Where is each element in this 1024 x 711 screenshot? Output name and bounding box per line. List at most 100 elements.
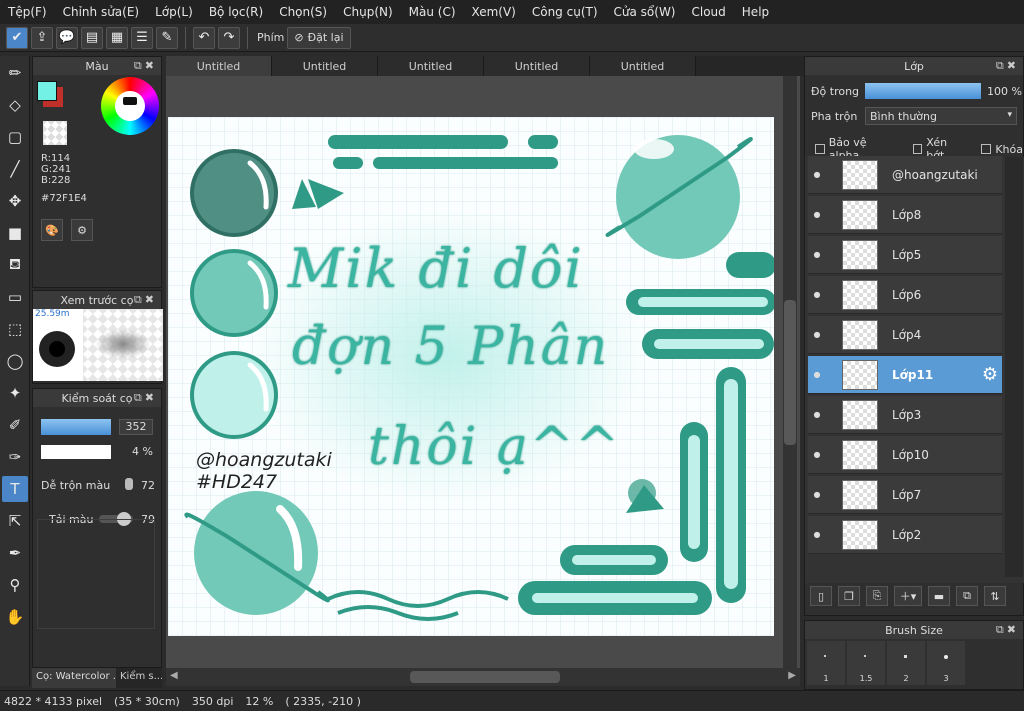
eyedropper-tool-icon[interactable]: ⚲ [2, 572, 28, 598]
transfer-layer-icon[interactable]: ⇅ [984, 586, 1006, 606]
document-tab[interactable]: Untitled [590, 56, 696, 76]
select-eraser-tool-icon[interactable]: ✑ [2, 444, 28, 470]
scroll-right-icon[interactable]: ▶ [788, 670, 796, 681]
eraser-tool-icon[interactable]: ◇ [2, 92, 28, 118]
brush-tool-icon[interactable]: ✏ [2, 60, 28, 86]
scroll-left-icon[interactable]: ◀ [170, 670, 178, 681]
document-tab[interactable]: Untitled [484, 56, 590, 76]
blend-mode-select[interactable]: Bình thường ▾ [865, 107, 1017, 125]
document-icon[interactable]: ▦ [106, 26, 128, 49]
palette-icon[interactable]: 🎨 [41, 219, 63, 241]
fill-rect-tool-icon[interactable]: ■ [2, 220, 28, 246]
menu-window[interactable]: Cửa sổ(W) [606, 5, 684, 19]
tab-check[interactable]: Kiểm s... [116, 668, 162, 688]
eye-icon[interactable]: ● [808, 250, 826, 259]
brush-size-cell[interactable]: 2 [887, 641, 925, 685]
check-icon[interactable]: ✔ [6, 26, 28, 49]
menu-view[interactable]: Xem(V) [464, 5, 524, 19]
color-wheel[interactable] [101, 77, 159, 135]
lasso-tool-icon[interactable]: ◯ [2, 348, 28, 374]
redo-icon[interactable]: ↷ [218, 26, 240, 49]
eye-icon[interactable]: ● [808, 170, 826, 179]
menu-file[interactable]: Tệp(F) [0, 5, 55, 19]
share-icon[interactable]: ⇪ [31, 26, 53, 49]
layer-row-selected[interactable]: ● Lớp11 ⚙ [808, 356, 1002, 394]
vertical-scroll-thumb[interactable] [784, 300, 796, 445]
menu-help[interactable]: Help [734, 5, 777, 19]
foreground-color-swatch[interactable] [37, 81, 57, 101]
layer-row[interactable]: ● Lớp3 [808, 396, 1002, 434]
tab-brush[interactable]: Cọ: Watercolor ... [32, 668, 116, 688]
brush-size-cell[interactable]: 1 [807, 641, 845, 685]
menu-cloud[interactable]: Cloud [684, 5, 734, 19]
menu-tools[interactable]: Công cụ(T) [524, 5, 606, 19]
drawing-canvas[interactable]: Mik đi dôi đợn 5 Phân thôi ạ^^ @hoangzut… [168, 117, 774, 636]
gradient-tool-icon[interactable]: ▭ [2, 284, 28, 310]
menu-filter[interactable]: Bộ lọc(R) [201, 5, 271, 19]
merge-layer-icon[interactable]: ⧉ [956, 586, 978, 606]
brush-size-slider[interactable] [41, 419, 111, 435]
menu-edit[interactable]: Chỉnh sửa(E) [55, 5, 148, 19]
eye-icon[interactable]: ● [808, 210, 826, 219]
document-tab[interactable]: Untitled [166, 56, 272, 76]
transform-tool-icon[interactable]: ⇱ [2, 508, 28, 534]
gear-icon[interactable]: ⚙ [982, 364, 998, 385]
brush-size-value[interactable]: 352 [119, 419, 153, 435]
comment-icon[interactable]: ▤ [81, 26, 103, 49]
brush-size-cell[interactable]: 1.5 [847, 641, 885, 685]
undo-icon[interactable]: ↶ [193, 26, 215, 49]
copy-layer-icon[interactable]: ⎘ [866, 586, 888, 606]
brush-size-cell[interactable]: 3 [927, 641, 965, 685]
blend-slider-knob[interactable] [125, 478, 133, 490]
eye-icon[interactable]: ● [808, 410, 826, 419]
eye-icon[interactable]: ● [808, 530, 826, 539]
layer-row[interactable]: ● Lớp2 [808, 516, 1002, 554]
layer-row[interactable]: ● Lớp6 [808, 276, 1002, 314]
horizontal-scroll-thumb[interactable] [410, 671, 560, 683]
menu-select[interactable]: Chọn(S) [271, 5, 335, 19]
brush-opacity-slider[interactable] [41, 445, 111, 459]
eye-icon[interactable]: ● [808, 450, 826, 459]
panel-controls-icon[interactable]: ⧉✖ [996, 623, 1019, 637]
eye-icon[interactable]: ● [808, 490, 826, 499]
panel-controls-icon[interactable]: ⧉✖ [134, 293, 157, 307]
panel-controls-icon[interactable]: ⧉✖ [134, 59, 157, 73]
palette-settings-icon[interactable]: ⚙ [71, 219, 93, 241]
bucket-tool-icon[interactable]: ⛾ [2, 252, 28, 278]
layer-row[interactable]: ● Lớp4 [808, 316, 1002, 354]
pen-tool-icon[interactable]: ✒ [2, 540, 28, 566]
eye-icon[interactable]: ● [808, 290, 826, 299]
rect-select-tool-icon[interactable]: ⬚ [2, 316, 28, 342]
folder-icon[interactable]: ▬ [928, 586, 950, 606]
document-tab[interactable]: Untitled [272, 56, 378, 76]
select-pen-tool-icon[interactable]: ✐ [2, 412, 28, 438]
duplicate-layer-icon[interactable]: ❐ [838, 586, 860, 606]
layer-list-scrollbar[interactable] [1005, 157, 1023, 577]
line-tool-icon[interactable]: ╱ [2, 156, 28, 182]
speech-bubble-icon[interactable]: 💬 [56, 26, 78, 49]
panel-controls-icon[interactable]: ⧉✖ [996, 59, 1019, 73]
menu-capture[interactable]: Chụp(N) [335, 5, 401, 19]
layer-row[interactable]: ● Lớp10 [808, 436, 1002, 474]
move-tool-icon[interactable]: ✥ [2, 188, 28, 214]
hand-tool-icon[interactable]: ✋ [2, 604, 28, 630]
transparent-color-swatch[interactable] [43, 121, 67, 145]
layer-row[interactable]: ● @hoangzutaki [808, 156, 1002, 194]
document-tab[interactable]: Untitled [378, 56, 484, 76]
rectangle-tool-icon[interactable]: ▢ [2, 124, 28, 150]
text-tool-icon[interactable]: T [2, 476, 28, 502]
menu-color[interactable]: Màu (C) [401, 5, 464, 19]
menu-layer[interactable]: Lớp(L) [147, 5, 201, 19]
layer-opacity-slider[interactable] [865, 83, 981, 99]
layer-row[interactable]: ● Lớp5 [808, 236, 1002, 274]
layer-row[interactable]: ● Lớp8 [808, 196, 1002, 234]
checklist-icon[interactable]: ✎ [156, 26, 178, 49]
add-layer-dropdown-icon[interactable]: ＋▾ [894, 586, 922, 606]
magic-wand-tool-icon[interactable]: ✦ [2, 380, 28, 406]
list-icon[interactable]: ☰ [131, 26, 153, 49]
new-layer-icon[interactable]: ▯ [810, 586, 832, 606]
reset-button[interactable]: ⊘ Đặt lại [287, 26, 351, 49]
panel-controls-icon[interactable]: ⧉✖ [134, 391, 157, 405]
eye-icon[interactable]: ● [808, 330, 826, 339]
eye-icon[interactable]: ● [808, 370, 826, 379]
